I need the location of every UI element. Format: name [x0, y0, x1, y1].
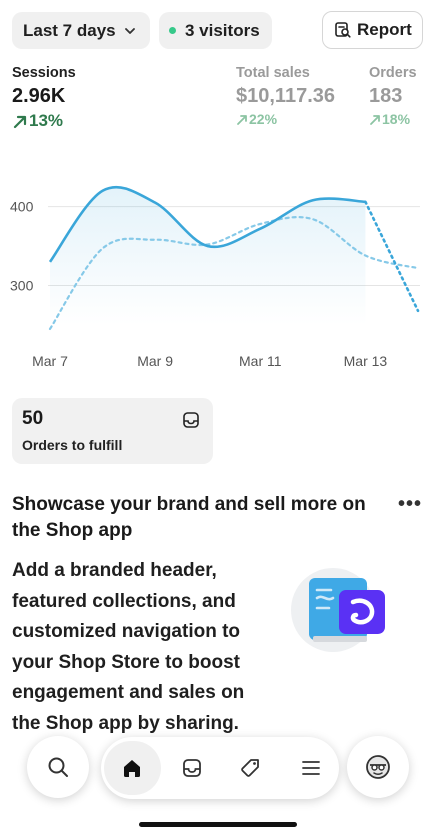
shop-app-illustration — [291, 568, 385, 652]
sessions-chart: 300 400 Mar 7 Mar 9 Mar 11 Mar 13 — [10, 185, 420, 369]
series-area — [50, 187, 366, 325]
inbox-icon — [183, 412, 199, 428]
arrow-up-right-icon — [237, 114, 247, 125]
nav-avatar-button[interactable] — [347, 736, 409, 798]
search-icon — [48, 757, 68, 777]
live-visitors-button[interactable]: 3 visitors — [159, 12, 272, 49]
promo-title: Showcase your brand and sell more on the… — [12, 494, 366, 541]
metric-sessions[interactable]: Sessions 2.96K 13% — [12, 65, 76, 131]
metric-label: Total sales — [236, 65, 310, 81]
nav-orders-tab[interactable] — [164, 741, 221, 795]
chevron-down-icon — [124, 27, 135, 34]
orders-to-fulfill-card[interactable]: 50 Orders to fulfill — [12, 398, 213, 464]
metric-value: 2.96K — [12, 85, 66, 107]
metric-label: Orders — [369, 65, 417, 81]
inbox-icon — [182, 759, 201, 777]
metric-label: Sessions — [12, 65, 76, 81]
promo-body: Add a branded header, featured collectio… — [12, 560, 245, 734]
metric-value: $10,117.36 — [236, 85, 335, 107]
report-button[interactable]: Report — [322, 11, 423, 49]
nav-home-tab[interactable] — [104, 741, 161, 795]
metric-total-sales[interactable]: Total sales $10,117.36 22% — [236, 65, 335, 127]
visitors-label: 3 visitors — [185, 20, 260, 40]
metric-orders[interactable]: Orders 183 18% — [369, 65, 417, 127]
report-label: Report — [357, 20, 412, 39]
arrow-up-right-icon — [370, 114, 380, 125]
x-tick-label: Mar 7 — [32, 353, 68, 369]
home-icon — [124, 760, 141, 777]
nav-products-tab[interactable] — [223, 741, 280, 795]
metric-change: 13% — [12, 111, 76, 131]
metric-change: 22% — [236, 111, 335, 127]
metric-change: 18% — [369, 111, 417, 127]
x-tick-label: Mar 13 — [344, 353, 388, 369]
date-range-label: Last 7 days — [23, 20, 116, 40]
home-indicator — [139, 822, 297, 827]
x-tick-label: Mar 9 — [137, 353, 173, 369]
y-tick-label: 400 — [10, 199, 34, 215]
fulfill-label: Orders to fulfill — [22, 437, 123, 453]
nav-menu-tab[interactable] — [283, 741, 340, 795]
tag-icon — [241, 759, 260, 777]
menu-icon — [301, 761, 320, 775]
nav-search-button[interactable] — [27, 736, 89, 798]
series-current-partial-line — [364, 200, 420, 313]
report-icon — [335, 22, 351, 38]
arrow-up-right-icon — [13, 115, 27, 128]
fulfill-count: 50 — [22, 408, 44, 429]
y-tick-label: 300 — [10, 278, 34, 294]
bottom-navigation — [27, 735, 409, 799]
more-options-icon[interactable]: ••• — [398, 493, 422, 516]
avatar-icon — [366, 755, 390, 779]
live-status-dot — [169, 27, 176, 34]
x-tick-label: Mar 11 — [239, 353, 282, 369]
date-range-button[interactable]: Last 7 days — [12, 12, 150, 49]
metric-value: 183 — [369, 85, 403, 107]
nav-tab-bar — [101, 737, 339, 799]
